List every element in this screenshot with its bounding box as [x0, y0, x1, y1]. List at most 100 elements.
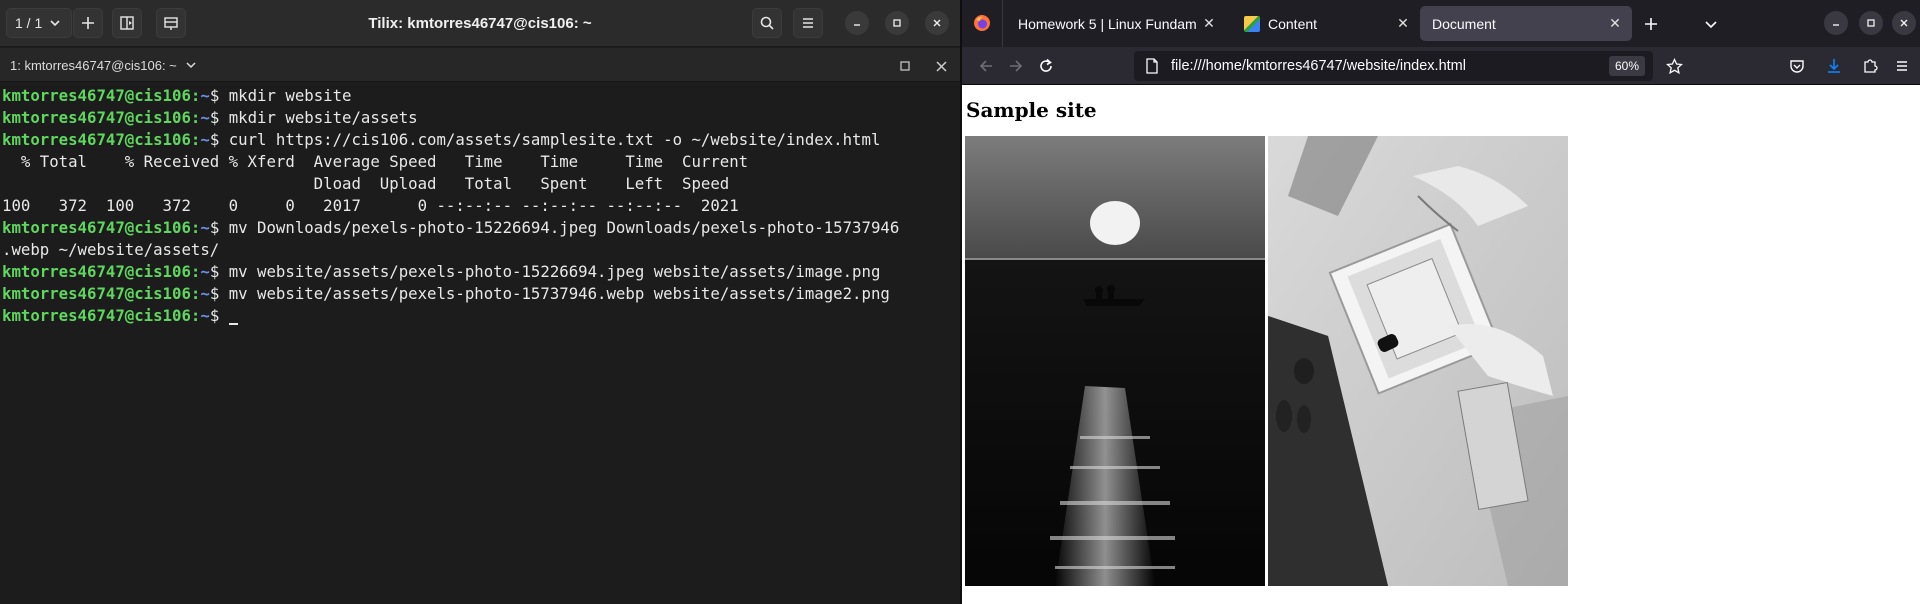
- output-text: Dload Upload Total Spent Left Speed: [2, 174, 730, 193]
- extensions-button[interactable]: [1855, 51, 1885, 81]
- close-icon: [935, 60, 947, 72]
- prompt-path: ~: [200, 306, 210, 325]
- arrow-right-icon: [1010, 60, 1023, 72]
- minimize-button[interactable]: [845, 11, 869, 35]
- split-down-button[interactable]: [156, 8, 186, 38]
- prompt-symbol: $: [209, 86, 229, 105]
- close-button[interactable]: [925, 11, 949, 35]
- tilix-titlebar: 1 / 1 Tilix: kmtorres46747@cis106: ~: [0, 0, 960, 47]
- prompt-path: ~: [200, 218, 210, 237]
- page-heading: Sample site: [966, 98, 1097, 122]
- search-icon: [760, 16, 774, 30]
- terminal-tab-bar: 1: kmtorres46747@cis106: ~: [0, 48, 960, 82]
- app-menu-button[interactable]: [1887, 51, 1917, 81]
- url-text: file:///home/kmtorres46747/website/index…: [1171, 58, 1466, 74]
- prompt-path: ~: [200, 108, 210, 127]
- terminal-output-line: % Total % Received % Xferd Average Speed…: [2, 151, 960, 173]
- terminal-output[interactable]: kmtorres46747@cis106:~$ mkdir website kmt…: [0, 83, 960, 604]
- add-session-button[interactable]: [73, 8, 103, 38]
- prompt-user: kmtorres46747@cis106: [2, 130, 191, 149]
- pocket-button[interactable]: [1782, 51, 1812, 81]
- prompt-symbol: $: [209, 218, 229, 237]
- terminal-command-line: kmtorres46747@cis106:~$ mkdir website: [2, 85, 960, 107]
- firefox-close-button[interactable]: [1892, 11, 1916, 35]
- tab-content[interactable]: Content ✕: [1232, 6, 1420, 41]
- plus-icon: [82, 17, 94, 29]
- command-text: mv website/assets/pexels-photo-15737946.…: [228, 284, 890, 303]
- prompt-user: kmtorres46747@cis106: [2, 262, 191, 281]
- tab-label: Homework 5 | Linux Fundam: [1018, 15, 1197, 32]
- tab-homework[interactable]: Homework 5 | Linux Fundam ✕: [1006, 6, 1226, 41]
- split-right-button[interactable]: [112, 8, 142, 38]
- tab-label: Document: [1432, 15, 1496, 32]
- chevron-down-icon: [186, 62, 196, 69]
- split-terminal-icon: [120, 16, 134, 30]
- prompt-symbol: $: [209, 130, 229, 149]
- bookmark-star-button[interactable]: [1659, 51, 1689, 81]
- perfume-box-image: [1268, 136, 1568, 586]
- prompt-path: ~: [200, 262, 210, 281]
- hamburger-menu-icon: [803, 18, 813, 28]
- split-down-icon: [164, 17, 178, 30]
- maximize-icon: [900, 61, 910, 71]
- firefox-minimize-button[interactable]: [1824, 11, 1848, 35]
- prompt-path: ~: [200, 130, 210, 149]
- page-icon: [1146, 58, 1158, 74]
- terminal-title: 1: kmtorres46747@cis106: ~: [10, 57, 177, 73]
- prompt-user: kmtorres46747@cis106: [2, 284, 191, 303]
- maximize-button[interactable]: [885, 11, 909, 35]
- page-viewport: Sample site: [962, 86, 1920, 604]
- firefox-tab-bar: Homework 5 | Linux Fundam ✕ Content ✕ Do…: [962, 0, 1920, 47]
- close-tab-icon[interactable]: ✕: [1604, 15, 1626, 32]
- terminal-maximize-button[interactable]: [895, 56, 915, 76]
- close-tab-icon[interactable]: ✕: [1198, 15, 1220, 32]
- sunset-boat-image: [965, 136, 1265, 586]
- terminal-command-line: kmtorres46747@cis106:~$ mv website/asset…: [2, 261, 960, 283]
- firefox-maximize-button[interactable]: [1859, 11, 1883, 35]
- command-text: mv website/assets/pexels-photo-15226694.…: [228, 262, 881, 281]
- output-text: .webp ~/website/assets/: [2, 240, 220, 259]
- hamburger-menu-button[interactable]: [793, 8, 823, 38]
- prompt-separator: :: [190, 108, 201, 127]
- prompt-user: kmtorres46747@cis106: [2, 218, 191, 237]
- session-counter: 1 / 1: [15, 15, 43, 31]
- url-bar[interactable]: file:///home/kmtorres46747/website/index…: [1134, 51, 1653, 81]
- firefox-view-button[interactable]: [972, 13, 992, 33]
- prompt-symbol: $: [209, 108, 229, 127]
- reload-button[interactable]: [1031, 51, 1061, 81]
- chevron-down-icon: [1705, 21, 1717, 29]
- maximize-icon: [893, 19, 901, 27]
- close-icon: [933, 19, 941, 27]
- tilix-window: 1 / 1 Tilix: kmtorres46747@cis106: ~ 1: …: [0, 0, 960, 604]
- reload-icon: [1040, 58, 1052, 72]
- prompt-symbol: $: [209, 284, 229, 303]
- minimize-icon: [1833, 24, 1839, 26]
- firefox-window: Homework 5 | Linux Fundam ✕ Content ✕ Do…: [962, 0, 1920, 604]
- hamburger-menu-icon: [1897, 61, 1907, 71]
- tab-document[interactable]: Document ✕: [1420, 6, 1632, 41]
- prompt-path: ~: [200, 284, 210, 303]
- prompt-separator: :: [190, 262, 201, 281]
- prompt-path: ~: [200, 86, 210, 105]
- zoom-level-badge[interactable]: 60%: [1608, 56, 1645, 76]
- new-tab-button[interactable]: [1638, 11, 1664, 37]
- prompt-user: kmtorres46747@cis106: [2, 86, 191, 105]
- pocket-icon: [1790, 60, 1804, 73]
- terminal-command-line: kmtorres46747@cis106:~$ mv Downloads/pex…: [2, 217, 960, 239]
- close-tab-icon[interactable]: ✕: [1392, 15, 1414, 32]
- back-button[interactable]: [971, 51, 1001, 81]
- prompt-separator: :: [190, 306, 201, 325]
- firefox-logo-icon: [974, 15, 990, 31]
- session-switcher[interactable]: 1 / 1: [6, 8, 72, 38]
- forward-button[interactable]: [1001, 51, 1031, 81]
- chevron-down-icon: [50, 20, 60, 27]
- list-all-tabs-button[interactable]: [1698, 11, 1724, 37]
- star-icon: [1665, 57, 1683, 74]
- prompt-separator: :: [190, 130, 201, 149]
- terminal-close-button[interactable]: [931, 56, 951, 76]
- downloads-button[interactable]: [1819, 51, 1849, 81]
- download-icon: [1828, 59, 1840, 73]
- prompt-user: kmtorres46747@cis106: [2, 108, 191, 127]
- terminal-title-dropdown[interactable]: 1: kmtorres46747@cis106: ~: [10, 48, 197, 82]
- find-button[interactable]: [752, 8, 782, 38]
